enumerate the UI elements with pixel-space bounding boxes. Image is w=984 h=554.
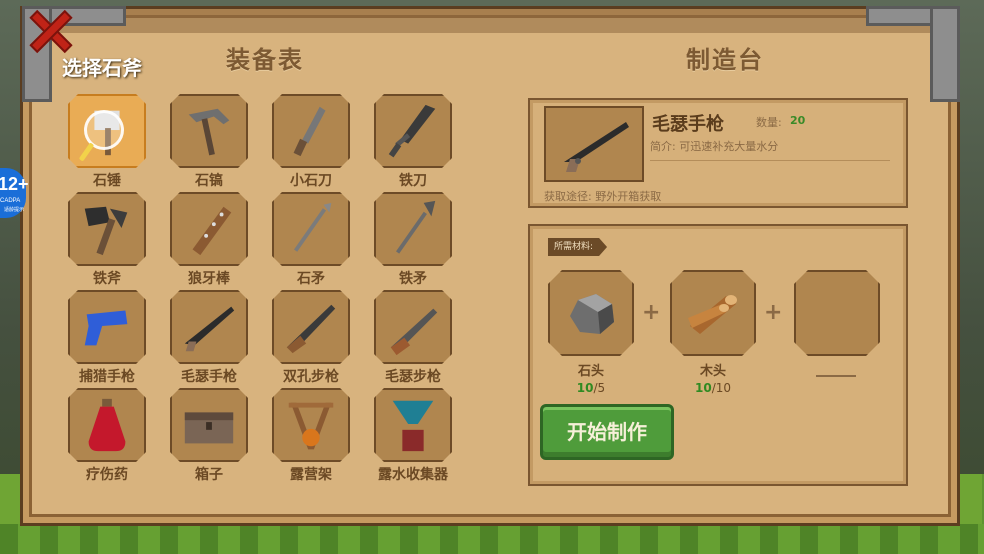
equipment-slot[interactable]: 疗伤药 (66, 388, 148, 484)
detail-divider (650, 160, 890, 161)
equipment-slot-frame (170, 290, 248, 364)
quantity-value: 20 (790, 114, 806, 127)
equipment-title: 装备表 (226, 46, 304, 74)
mauser-rifle-icon (382, 297, 444, 357)
item-detail-image (544, 106, 644, 182)
equipment-slot-label: 狼牙棒 (188, 271, 230, 287)
equipment-slot[interactable]: 石镐 (168, 94, 250, 190)
material-need-stone: 5 (597, 381, 606, 395)
equipment-slot-frame (68, 192, 146, 266)
equipment-slot-frame (272, 290, 350, 364)
equipment-slot-label: 小石刀 (290, 173, 332, 189)
equipment-slot-frame (272, 94, 350, 168)
item-name: 毛瑟手枪 (652, 114, 724, 135)
equipment-slot-frame (68, 290, 146, 364)
equipment-slot-label: 毛瑟步枪 (385, 369, 441, 385)
iron-axe-icon (76, 199, 138, 259)
equipment-slot-label: 石镐 (195, 173, 223, 189)
equipment-grid: 石锤 石镐 小石刀 铁刀铁斧 狼牙棒 石矛 铁矛捕猎手枪 毛瑟手枪 双孔步枪 毛瑟步枪疗伤药 箱子 露… (66, 94, 476, 484)
equipment-slot-frame (170, 94, 248, 168)
equipment-slot-label: 铁矛 (399, 271, 427, 287)
equipment-slot-frame (374, 192, 452, 266)
equipment-slot-frame (374, 388, 452, 462)
age-rating-org: CADPA (0, 198, 21, 204)
tutorial-hint: 选择石斧 (62, 56, 142, 80)
equipment-slot[interactable]: 露营架 (270, 388, 352, 484)
equipment-slot-frame (272, 388, 350, 462)
age-rating-caption: 适龄提示 (4, 207, 25, 213)
equipment-slot[interactable]: 箱子 (168, 388, 250, 484)
equipment-slot-frame (272, 192, 350, 266)
equipment-slot-label: 石矛 (297, 271, 325, 287)
chest-icon (178, 395, 240, 455)
small-stone-knife-icon (280, 101, 342, 161)
equipment-slot[interactable]: 双孔步枪 (270, 290, 352, 386)
close-button[interactable] (24, 8, 76, 54)
dew-collector-icon (382, 395, 444, 455)
iron-sword-icon (382, 101, 444, 161)
grass-strip (0, 524, 984, 554)
equipment-slot[interactable]: 露水收集器 (372, 388, 454, 484)
material-have-wood: 10 (694, 381, 712, 395)
material-need-wood: 10 (715, 381, 732, 395)
equipment-slot[interactable]: 铁矛 (372, 192, 454, 288)
stone-pickaxe-icon (178, 101, 240, 161)
equipment-slot-label: 铁斧 (93, 271, 121, 287)
material-have-stone: 10 (576, 381, 594, 395)
equipment-slot-frame (374, 94, 452, 168)
age-rating-text: 12+ (0, 174, 29, 194)
stone-frame-right (930, 6, 960, 102)
spiked-club-icon (178, 199, 240, 259)
equipment-slot[interactable]: 小石刀 (270, 94, 352, 190)
mauser-pistol-icon (178, 297, 240, 357)
material-slot-stone[interactable] (548, 270, 634, 356)
plus-sign: + (642, 300, 661, 325)
healing-potion-icon (76, 395, 138, 455)
equipment-slot-label: 露水收集器 (378, 467, 448, 483)
materials-tag: 所需材料: (548, 238, 607, 256)
equipment-slot-label: 毛瑟手枪 (181, 369, 237, 385)
quantity-label: 数量: (756, 116, 782, 129)
equipment-slot[interactable]: 石矛 (270, 192, 352, 288)
equipment-slot-label: 铁刀 (399, 173, 427, 189)
item-description: 简介: 可迅速补充大量水分 (650, 140, 779, 153)
equipment-slot-label: 石锤 (93, 173, 121, 189)
start-crafting-button[interactable]: 开始制作 (540, 404, 674, 460)
material-count-stone: 10/5 (576, 381, 606, 395)
equipment-slot[interactable]: 捕猎手枪 (66, 290, 148, 386)
material-name-wood: 木头 (699, 364, 726, 379)
empty-material-line (816, 375, 856, 377)
equipment-slot-label: 捕猎手枪 (79, 369, 135, 385)
material-slot-empty[interactable] (794, 270, 880, 356)
equipment-slot[interactable]: 狼牙棒 (168, 192, 250, 288)
stone-spear-icon (280, 199, 342, 259)
iron-spear-icon (382, 199, 444, 259)
equipment-slot[interactable]: 铁刀 (372, 94, 454, 190)
campfire-rack-icon (280, 395, 342, 455)
age-rating-badge[interactable]: 12+ CADPA 适龄提示 (0, 168, 29, 218)
equipment-slot-frame (374, 290, 452, 364)
equipment-slot-label: 露营架 (290, 467, 332, 483)
material-slot-wood[interactable] (670, 270, 756, 356)
equipment-slot[interactable]: 毛瑟步枪 (372, 290, 454, 386)
equipment-slot-label: 箱子 (195, 467, 223, 483)
equipment-slot-label: 双孔步枪 (283, 369, 339, 385)
equipment-slot-frame (68, 388, 146, 462)
equipment-slot[interactable]: 毛瑟手枪 (168, 290, 250, 386)
plus-sign: + (764, 300, 783, 325)
equipment-slot[interactable]: 铁斧 (66, 192, 148, 288)
wood-icon (682, 282, 744, 344)
equipment-slot-frame (170, 192, 248, 266)
material-count-wood: 10/10 (694, 381, 732, 395)
double-barrel-rifle-icon (280, 297, 342, 357)
equipment-slot-frame (170, 388, 248, 462)
equipment-slot-label: 疗伤药 (86, 467, 128, 483)
crafting-title: 制造台 (686, 46, 764, 74)
hunting-pistol-icon (76, 297, 138, 357)
material-name-stone: 石头 (577, 364, 604, 379)
item-source: 获取途径: 野外开箱获取 (544, 190, 662, 203)
mauser-pistol-icon (564, 122, 629, 172)
stone-icon (560, 282, 622, 344)
